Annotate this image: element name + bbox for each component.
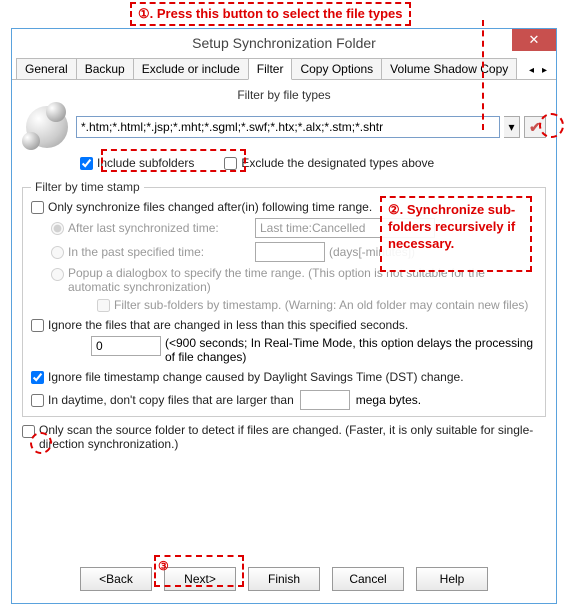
ignore-dst-checkbox[interactable]: Ignore file timestamp change caused by D… [31,370,464,384]
tab-copy-options[interactable]: Copy Options [291,58,382,79]
dialog-window: Setup Synchronization Folder ✕ General B… [11,28,557,604]
days-minutes-label: (days[-minutes]) [329,245,415,259]
finish-button[interactable]: Finish [248,567,320,591]
close-icon: ✕ [529,32,540,48]
filter-subfolders-checkbox[interactable]: Filter sub-folders by timestamp. (Warnin… [97,298,528,312]
in-past-radio[interactable]: In the past specified time: [51,245,251,259]
titlebar: Setup Synchronization Folder ✕ [12,29,556,57]
help-button[interactable]: Help [416,567,488,591]
include-subfolders-checkbox[interactable]: Include subfolders [80,156,194,170]
in-past-input[interactable] [51,246,64,259]
tab-scroll-right-icon[interactable]: ▸ [539,64,550,77]
annotation-1: ①. Press this button to select the file … [130,2,411,26]
daytime-limit-input[interactable] [31,394,44,407]
only-sync-checkbox[interactable]: Only synchronize files changed after(in)… [31,200,537,214]
tab-exclude-include[interactable]: Exclude or include [133,58,249,79]
tab-volume-shadow-copy[interactable]: Volume Shadow Copy [381,58,517,79]
ignore-seconds-checkbox[interactable]: Ignore the files that are changed in les… [31,318,408,332]
seconds-field[interactable] [91,336,161,356]
ignore-seconds-label: Ignore the files that are changed in les… [48,318,408,332]
exclude-designated-label: Exclude the designated types above [241,156,434,170]
exclude-designated-input[interactable] [224,157,237,170]
daytime-limit-label: In daytime, don't copy files that are la… [48,393,294,407]
daytime-mb-field[interactable] [300,390,350,410]
last-time-field [255,218,435,238]
include-subfolders-label: Include subfolders [97,156,194,170]
ignore-dst-label: Ignore file timestamp change caused by D… [48,370,464,384]
tab-filter[interactable]: Filter [248,58,293,80]
after-last-label: After last synchronized time: [68,221,219,235]
wizard-buttons: <Back Next> Finish Cancel Help [12,567,556,591]
tab-scroll-left-icon[interactable]: ◂ [526,64,537,77]
back-button[interactable]: <Back [80,567,152,591]
tab-backup[interactable]: Backup [76,58,134,79]
popup-radio[interactable]: Popup a dialogbox to specify the time ra… [51,266,537,294]
after-last-radio[interactable]: After last synchronized time: [51,221,251,235]
scan-only-input[interactable] [22,425,35,438]
popup-label: Popup a dialogbox to specify the time ra… [68,266,537,294]
annotation-1-leader [482,20,484,130]
tab-content: Filter by file types ▾ ✔ Include subfold… [12,80,556,521]
tab-general[interactable]: General [16,58,77,79]
close-button[interactable]: ✕ [512,29,556,51]
check-icon: ✔ [529,119,541,136]
popup-input[interactable] [51,268,64,281]
filter-subfolders-input[interactable] [97,299,110,312]
include-subfolders-input[interactable] [80,157,93,170]
ignore-dst-input[interactable] [31,371,44,384]
next-button[interactable]: Next> [164,567,236,591]
ignore-seconds-input[interactable] [31,319,44,332]
filter-types-input[interactable] [76,116,500,138]
tab-scroll-arrows[interactable]: ◂ ▸ [524,62,552,79]
exclude-designated-checkbox[interactable]: Exclude the designated types above [224,156,434,170]
tab-bar: General Backup Exclude or include Filter… [12,57,556,80]
seconds-hint: (<900 seconds; In Real-Time Mode, this o… [165,336,537,364]
window-title: Setup Synchronization Folder [192,35,376,51]
in-past-label: In the past specified time: [68,245,204,259]
select-filetypes-button[interactable]: ✔ [524,116,546,138]
filter-types-dropdown-icon[interactable]: ▾ [504,116,520,138]
daytime-suffix: mega bytes. [356,393,421,407]
filter-icon [22,106,72,148]
only-sync-input[interactable] [31,201,44,214]
after-last-input[interactable] [51,222,64,235]
scan-only-checkbox[interactable]: Only scan the source folder to detect if… [22,423,546,451]
timestamp-fieldset: Filter by time stamp Only synchronize fi… [22,180,546,417]
scan-only-label: Only scan the source folder to detect if… [39,423,546,451]
only-sync-label: Only synchronize files changed after(in)… [48,200,372,214]
cancel-button[interactable]: Cancel [332,567,404,591]
filter-subfolders-label: Filter sub-folders by timestamp. (Warnin… [114,298,528,312]
timestamp-legend: Filter by time stamp [31,180,144,194]
daytime-limit-checkbox[interactable]: In daytime, don't copy files that are la… [31,393,294,407]
past-time-field[interactable] [255,242,325,262]
filter-types-label: Filter by file types [22,88,546,102]
